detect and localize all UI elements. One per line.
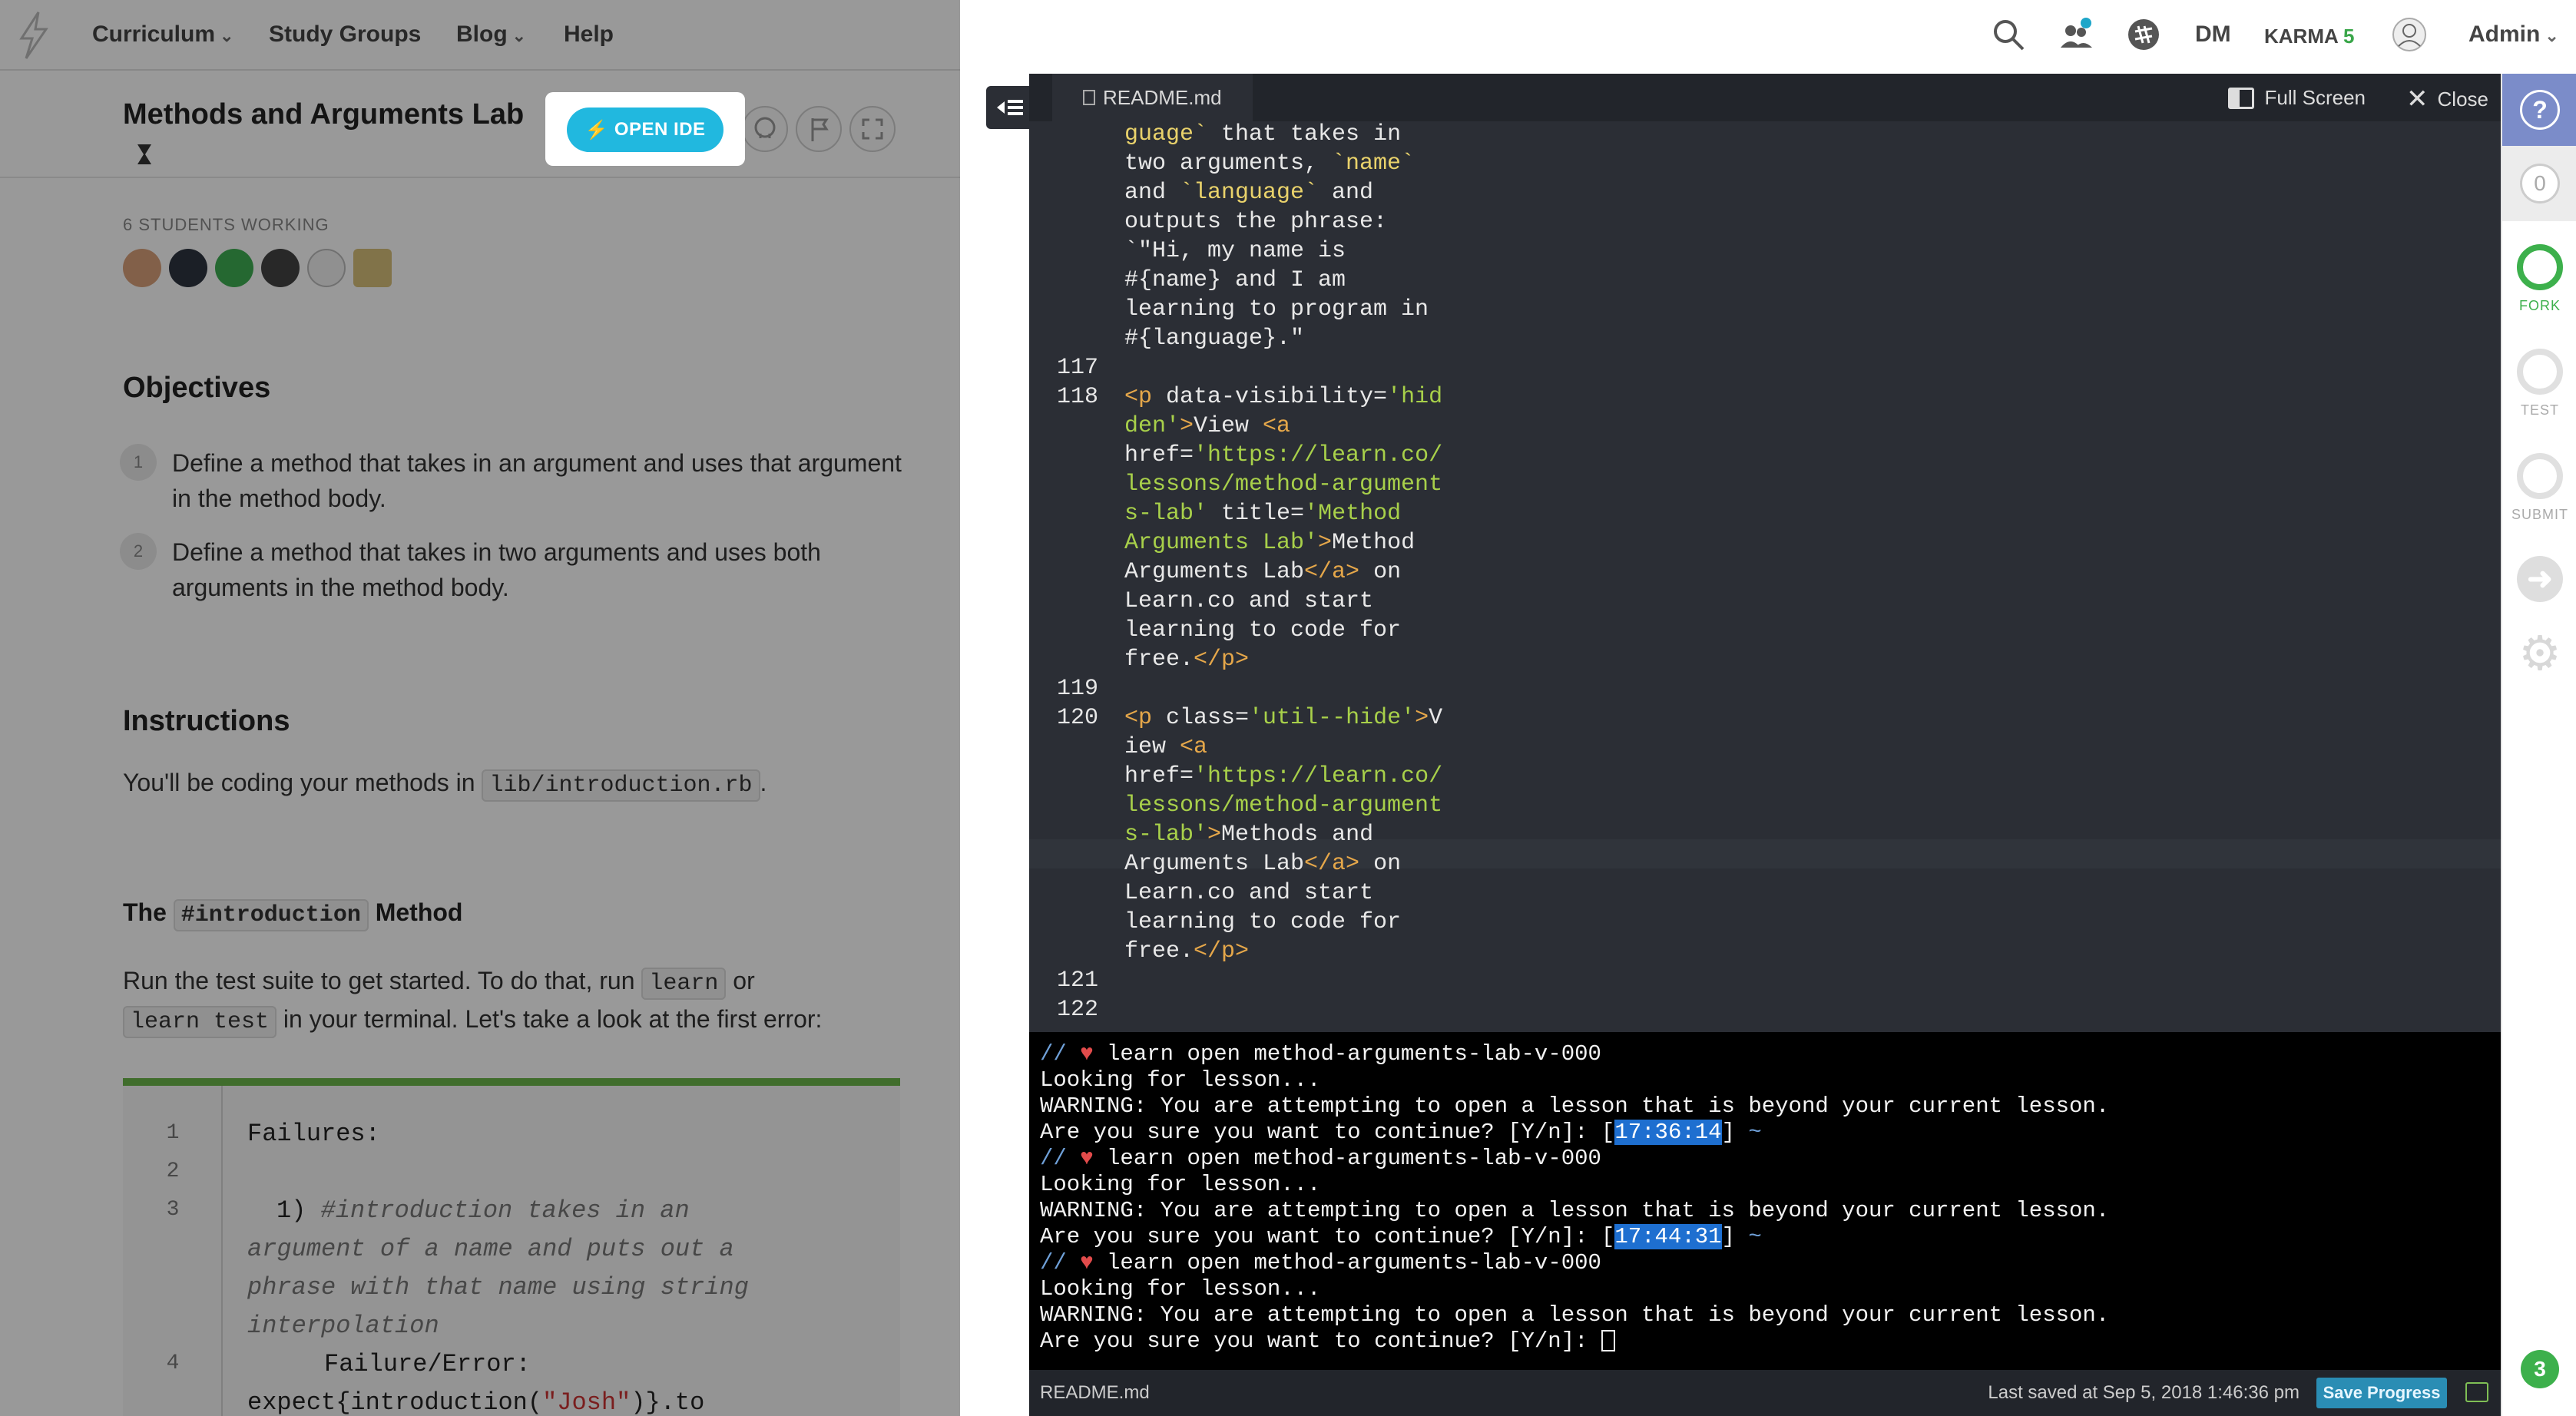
close-ide-button[interactable]: ✕ Close — [2406, 86, 2488, 112]
code-line: learning to code for — [1124, 617, 1402, 643]
close-icon: ✕ — [2406, 84, 2429, 114]
terminal-line: Looking for lesson... — [1040, 1172, 1321, 1197]
terminal-line: // ♥ learn open method-arguments-lab-v-0… — [1040, 1146, 1601, 1171]
code-editor[interactable]: guage` that takes in two arguments, `name… — [1029, 121, 2501, 1106]
notification-badge[interactable]: 3 — [2521, 1350, 2559, 1388]
help-icon: ? — [2520, 90, 2560, 130]
submit-icon — [2517, 453, 2563, 499]
save-progress-button[interactable]: Save Progress — [2316, 1378, 2447, 1408]
collapse-ide-button[interactable] — [986, 86, 1034, 129]
code-line: guage` that takes in — [1124, 121, 1402, 147]
code-line: `"Hi, my name is — [1124, 238, 1346, 264]
test-step[interactable]: TEST — [2502, 349, 2576, 419]
terminal-line: WARNING: You are attempting to open a le… — [1040, 1093, 2110, 1119]
fork-icon — [2517, 244, 2563, 290]
editor-tabbar: README.md Full Screen ✕ Close — [1029, 74, 2501, 121]
code-line: #{language}." — [1124, 326, 1305, 352]
file-icon — [1083, 90, 1095, 105]
terminal-line: Looking for lesson... — [1040, 1067, 1321, 1093]
avatar[interactable] — [2392, 17, 2427, 52]
tab-readme[interactable]: README.md — [1052, 74, 1253, 121]
code-line: s-lab' title='Method — [1124, 501, 1402, 527]
terminal-icon[interactable] — [2465, 1382, 2488, 1402]
slack-icon[interactable] — [2126, 17, 2161, 52]
code-line: lessons/method-argument — [1124, 471, 1443, 498]
code-line: learning to program in — [1124, 296, 1429, 323]
chevron-down-icon: ⌄ — [2545, 26, 2559, 45]
terminal-line: Are you sure you want to continue? [Y/n]… — [1040, 1120, 1762, 1145]
fullscreen-icon — [2227, 87, 2254, 109]
code-line: Learn.co and start — [1124, 588, 1374, 614]
terminal-line: Looking for lesson... — [1040, 1276, 1321, 1302]
terminal-line: Are you sure you want to continue? [Y/n]… — [1040, 1328, 1615, 1354]
timestamp: 17:36:14 — [1614, 1120, 1722, 1145]
line-number: 121 — [1057, 968, 1099, 994]
code-line: learning to code for — [1124, 909, 1402, 935]
collapse-icon — [997, 100, 1023, 115]
code-line: outputs the phrase: — [1124, 209, 1388, 235]
code-line: free.</p> — [1124, 647, 1250, 673]
code-line: Learn.co and start — [1124, 880, 1374, 906]
test-icon — [2517, 349, 2563, 395]
modal-overlay — [0, 0, 960, 1416]
fork-step[interactable]: FORK — [2502, 244, 2576, 314]
bolt-icon: ⚡ — [584, 119, 608, 141]
help-button[interactable]: ? — [2502, 74, 2576, 146]
terminal-line: WARNING: You are attempting to open a le… — [1040, 1302, 2110, 1328]
code-line: iew <a — [1124, 734, 1208, 760]
submit-step[interactable]: SUBMIT — [2502, 453, 2576, 523]
terminal-line: // ♥ learn open method-arguments-lab-v-0… — [1040, 1041, 1601, 1067]
admin-menu[interactable]: Admin ⌄ — [2468, 22, 2559, 48]
user-initials[interactable]: DM — [2195, 22, 2231, 48]
code-line: lessons/method-argument — [1124, 792, 1443, 819]
karma-display: KARMA 5 — [2264, 25, 2355, 48]
terminal-line: WARNING: You are attempting to open a le… — [1040, 1198, 2110, 1223]
gear-icon[interactable]: ⚙ — [2517, 630, 2563, 678]
terminal-cursor — [1601, 1330, 1615, 1352]
code-line: <p data-visibility='hid — [1124, 384, 1443, 410]
full-screen-button[interactable]: Full Screen — [2227, 86, 2366, 110]
line-number: 120 — [1057, 705, 1099, 731]
line-number: 117 — [1057, 355, 1099, 381]
code-line: href='https://learn.co/ — [1124, 442, 1443, 468]
editor: README.md Full Screen ✕ Close guage` that… — [1029, 74, 2501, 1416]
terminal-line: // ♥ learn open method-arguments-lab-v-0… — [1040, 1250, 1601, 1275]
line-number: 122 — [1057, 997, 1099, 1023]
code-line: and `language` and — [1124, 180, 1374, 206]
code-line: Arguments Lab</a> on — [1124, 851, 1402, 877]
code-line: Arguments Lab</a> on — [1124, 559, 1402, 585]
code-line: two arguments, `name` — [1124, 151, 1415, 177]
open-ide-highlight: ⚡ OPEN IDE — [545, 92, 745, 166]
right-rail: ? 0 FORK TEST SUBMIT ➜ ⚙ 3 — [2501, 74, 2576, 1416]
next-lesson-arrow-icon[interactable]: ➜ — [2517, 556, 2563, 602]
people-icon[interactable] — [2058, 17, 2094, 52]
code-line: #{name} and I am — [1124, 267, 1346, 293]
search-icon[interactable] — [1991, 17, 2026, 52]
status-bar: README.md Last saved at Sep 5, 2018 1:46… — [1029, 1370, 2501, 1416]
karma-value: 5 — [2343, 25, 2355, 48]
terminal-line: Are you sure you want to continue? [Y/n]… — [1040, 1224, 1762, 1249]
counter-button[interactable]: 0 — [2502, 146, 2576, 221]
open-ide-button[interactable]: ⚡ OPEN IDE — [567, 108, 723, 152]
code-line: href='https://learn.co/ — [1124, 763, 1443, 789]
code-line: free.</p> — [1124, 938, 1250, 964]
timestamp: 17:44:31 — [1614, 1224, 1722, 1249]
code-line: s-lab'>Methods and — [1124, 822, 1374, 848]
line-number: 118 — [1057, 384, 1099, 410]
last-saved-text: Last saved at Sep 5, 2018 1:46:36 pm — [1988, 1382, 2300, 1403]
terminal[interactable]: // ♥ learn open method-arguments-lab-v-0… — [1029, 1032, 2501, 1370]
line-number: 119 — [1057, 676, 1099, 702]
count-badge: 0 — [2520, 164, 2560, 203]
code-line: den'>View <a — [1124, 413, 1291, 439]
status-filename: README.md — [1040, 1382, 1150, 1403]
code-line: <p class='util--hide'>V — [1124, 705, 1443, 731]
code-line: Arguments Lab'>Method — [1124, 530, 1415, 556]
